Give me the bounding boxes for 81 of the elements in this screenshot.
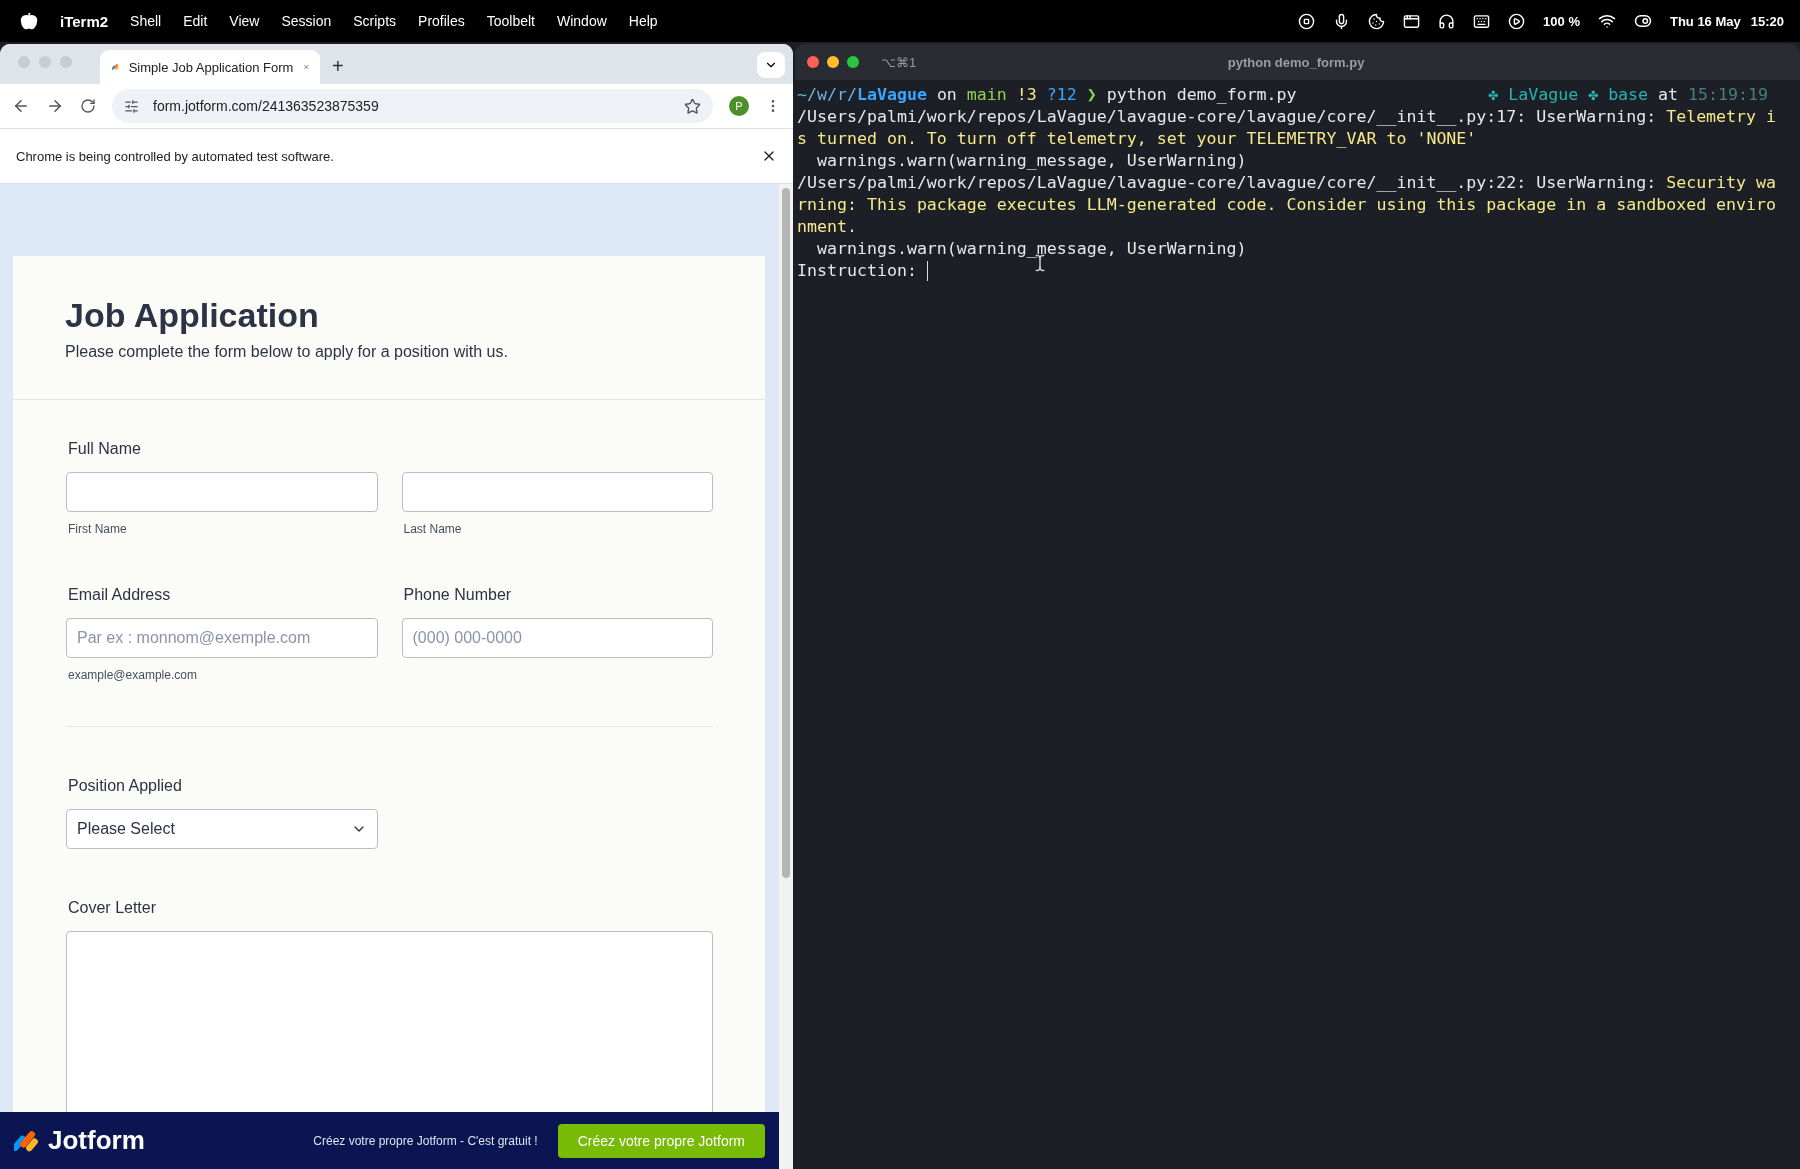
terminal-text: Security wa — [1666, 172, 1777, 194]
terminal-text: s turned on. To turn off telemetry, set your TELEMETRY_VAR to 'NONE' — [797, 128, 1477, 150]
terminal-text: ✤ base — [1587, 84, 1649, 106]
field-sublabel: example@example.com — [68, 668, 198, 682]
browser-tab[interactable]: Simple Job Application Form — [100, 50, 320, 84]
control-center-icon[interactable] — [1633, 12, 1652, 30]
automation-notice: Chrome is being controlled by automated test software. — [16, 148, 334, 164]
apple-icon[interactable] — [20, 12, 38, 30]
field-label: Phone Number — [403, 586, 513, 604]
menubar-date: Thu 16 May — [1669, 13, 1741, 29]
field-label: Full Name — [68, 440, 142, 458]
headphones-icon[interactable] — [1438, 12, 1456, 30]
email-field[interactable]: Par ex : monnom@exemple.com — [66, 618, 378, 658]
phone-field[interactable]: (000) 000-0000 — [401, 618, 713, 658]
url-text: form.jotform.com/241363523875359 — [153, 98, 380, 114]
address-bar[interactable]: form.jotform.com/241363523875359 — [112, 89, 713, 123]
window-icon[interactable] — [1403, 12, 1421, 30]
terminal-text: python demo_form.py — [1106, 84, 1297, 106]
keyboard-icon[interactable] — [1473, 12, 1491, 30]
bookmark-icon[interactable] — [684, 97, 701, 115]
terminal-text: warnings.warn(warning_message, UserWarning) — [815, 150, 1247, 172]
cookie-icon[interactable] — [1368, 12, 1386, 30]
name-field[interactable] — [66, 472, 378, 512]
terminal-text: LaVague — [856, 84, 927, 106]
tab-shortcut: ⌥⌘1 — [881, 54, 917, 70]
terminal-text: ~/w/r/ — [797, 84, 857, 106]
battery-percent: 100 % — [1543, 13, 1580, 29]
field-label: Email Address — [68, 586, 172, 604]
menu-item[interactable]: Profiles — [418, 13, 465, 29]
field-label: Position Applied — [68, 777, 183, 795]
terminal-text: /Users/palmi/work/repos/LaVague/lavague-core/lavague/core/__init__.py:22: UserWarning: — [797, 172, 1658, 194]
menu-item[interactable]: Help — [628, 13, 658, 29]
app-menu[interactable]: iTerm2 — [60, 12, 109, 30]
terminal-text: at — [1657, 84, 1680, 106]
menu-item[interactable]: Session — [281, 13, 332, 29]
terminal-text: ?12 — [1045, 84, 1077, 106]
menubar-time: 15:20 — [1750, 13, 1784, 29]
cover-letter-field[interactable] — [66, 931, 713, 1112]
brand-name: Jotform — [48, 1125, 145, 1156]
menu-item[interactable]: View — [229, 13, 260, 29]
terminal-text: main — [966, 84, 1007, 106]
window-zoom-icon[interactable] — [847, 56, 859, 68]
form-subtitle: Please complete the form below to apply for a position with us. — [65, 343, 509, 361]
menu-item[interactable]: Toolbelt — [486, 13, 535, 29]
terminal-text: 15:19:19 — [1688, 84, 1768, 106]
field-sublabel: First Name — [68, 522, 128, 536]
terminal-text: Telemetry i — [1666, 106, 1777, 128]
site-settings-icon[interactable] — [124, 98, 139, 114]
terminal-text: ✤ LaVague — [1488, 84, 1579, 106]
play-icon[interactable] — [1508, 12, 1526, 30]
terminal-text: nment. — [797, 216, 857, 238]
terminal-text: ❯ — [1085, 84, 1098, 106]
window-close-icon[interactable] — [807, 56, 819, 68]
form-title: Job Application — [65, 296, 320, 335]
menu-item[interactable]: Edit — [183, 13, 208, 29]
reload-icon[interactable] — [80, 98, 96, 114]
position-select[interactable]: Please Select — [66, 809, 378, 849]
promo-text: Créez votre propre Jotform - C'est gratuit ! — [313, 1133, 538, 1148]
terminal-text: warnings.warn(warning_message, UserWarning) — [815, 238, 1247, 260]
back-icon[interactable] — [12, 97, 30, 115]
terminal-text: Instruction: — [797, 260, 918, 282]
menu-item[interactable]: Window — [557, 13, 607, 29]
menu-item[interactable]: Shell — [130, 13, 162, 29]
wifi-icon[interactable] — [1597, 12, 1616, 30]
field-label: Cover Letter — [68, 899, 158, 917]
window-minimize-icon[interactable] — [827, 56, 839, 68]
field-sublabel: Last Name — [403, 522, 463, 536]
new-tab-button[interactable]: + — [332, 55, 344, 78]
terminal-text: on — [935, 84, 958, 106]
profile-avatar[interactable]: P — [729, 96, 749, 116]
terminal-text: !3 — [1015, 84, 1037, 106]
tab-title: Simple Job Application Form — [128, 59, 294, 75]
forward-icon[interactable] — [46, 97, 64, 115]
menu-item[interactable]: Scripts — [353, 13, 397, 29]
record-icon[interactable] — [1298, 12, 1316, 30]
text-cursor — [926, 261, 928, 281]
terminal-text: rning: This package executes LLM-generated code. Consider using this package in a sandboxed enviro — [797, 194, 1777, 216]
scrollbar[interactable] — [779, 184, 793, 1169]
name-field[interactable] — [401, 472, 713, 512]
terminal-text: /Users/palmi/work/repos/LaVague/lavague-core/lavague/core/__init__.py:17: UserWarning: — [797, 106, 1658, 128]
window-title: python demo_form.py — [1226, 54, 1366, 70]
